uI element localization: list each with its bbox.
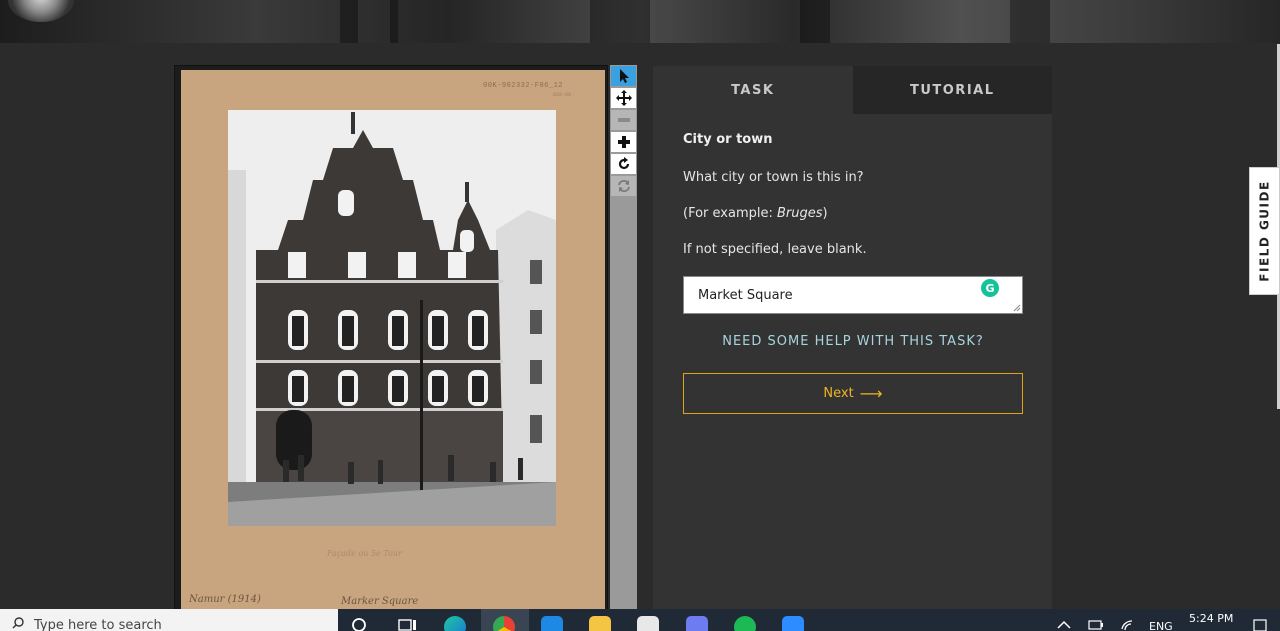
banner-stripe: [390, 0, 398, 43]
header-banner: [0, 0, 1280, 43]
move-icon: [615, 90, 632, 106]
move-tool-button[interactable]: [611, 88, 636, 108]
help-link[interactable]: NEED SOME HELP WITH THIS TASK?: [683, 334, 1023, 349]
field-guide-tab[interactable]: FIELD GUIDE: [1249, 167, 1280, 295]
question-title: City or town: [683, 132, 773, 147]
search-icon: [12, 617, 24, 629]
zoom-out-button[interactable]: [611, 110, 636, 130]
photo-mount-card: 00K-902332-F06_12 826-00 Façade ou 5e To…: [181, 70, 605, 609]
zoom-out-icon: [617, 118, 630, 122]
tab-task[interactable]: TASK: [653, 66, 853, 114]
arrow-right-icon: ⟶: [859, 383, 883, 403]
windows-taskbar: Type here to search ENG 5:24 PM: [0, 609, 1280, 631]
notification-icon[interactable]: [1252, 619, 1268, 631]
handwritten-caption-left: Namur (1914): [189, 594, 261, 605]
rotate-button[interactable]: [611, 154, 636, 174]
pointer-tool-button[interactable]: [611, 66, 636, 86]
grammarly-icon[interactable]: G: [981, 279, 999, 297]
zoom-in-icon: [617, 136, 630, 148]
edge-browser-icon[interactable]: [444, 616, 466, 631]
resize-handle-icon[interactable]: [1013, 304, 1021, 312]
chrome-browser-icon[interactable]: [493, 616, 515, 631]
battery-icon[interactable]: [1088, 619, 1104, 631]
instruction-text: If not specified, leave blank.: [683, 242, 867, 257]
store-icon[interactable]: [637, 616, 659, 631]
pencil-annotation: Façade ou 5e Tour: [327, 549, 402, 558]
zoom-app-icon[interactable]: [782, 616, 804, 631]
banner-stripe: [590, 0, 650, 43]
panel-tabs: TASK TUTORIAL: [653, 66, 1052, 114]
discord-icon[interactable]: [686, 616, 708, 631]
file-explorer-icon[interactable]: [589, 616, 611, 631]
clock-time[interactable]: 5:24 PM: [1189, 612, 1233, 625]
reset-button[interactable]: [611, 176, 636, 196]
cortana-icon[interactable]: [350, 616, 372, 631]
language-indicator[interactable]: ENG: [1149, 620, 1173, 631]
rotate-icon: [618, 157, 629, 170]
banner-stripe: [800, 0, 830, 43]
project-logo[interactable]: [8, 0, 74, 22]
spotify-icon[interactable]: [734, 616, 756, 631]
answer-input[interactable]: [684, 277, 964, 313]
next-button-label: Next: [823, 386, 854, 401]
task-panel: TASK TUTORIAL City or town What city or …: [653, 66, 1052, 610]
taskbar-search-box[interactable]: Type here to search: [0, 609, 338, 631]
question-text: What city or town is this in?: [683, 170, 864, 185]
field-guide-label: FIELD GUIDE: [1257, 180, 1272, 282]
next-button[interactable]: Next ⟶: [683, 373, 1023, 414]
banner-stripe: [1010, 0, 1050, 43]
zoom-in-button[interactable]: [611, 132, 636, 152]
subject-image-viewer[interactable]: 00K-902332-F06_12 826-00 Façade ou 5e To…: [174, 65, 608, 610]
chevron-up-icon[interactable]: [1055, 619, 1073, 631]
example-text: (For example: Bruges): [683, 206, 828, 221]
example-value: Bruges: [776, 206, 823, 221]
pointer-icon: [619, 69, 629, 83]
example-suffix: ): [822, 206, 828, 221]
banner-stripe: [340, 0, 358, 43]
building-photograph: [228, 110, 556, 526]
image-tool-strip: [610, 65, 637, 610]
example-prefix: (For example:: [683, 206, 777, 221]
search-placeholder: Type here to search: [34, 618, 162, 631]
mail-icon[interactable]: [541, 616, 563, 631]
handwritten-caption-right: Marker Square: [341, 596, 419, 607]
archive-subcode: 826-00: [552, 92, 571, 98]
answer-field-container: G: [683, 276, 1023, 314]
task-view-icon[interactable]: [397, 616, 419, 631]
reset-icon: [617, 180, 630, 192]
tab-tutorial[interactable]: TUTORIAL: [852, 66, 1052, 114]
archive-code: 00K-902332-F06_12: [483, 82, 563, 90]
wifi-icon[interactable]: [1120, 619, 1136, 631]
